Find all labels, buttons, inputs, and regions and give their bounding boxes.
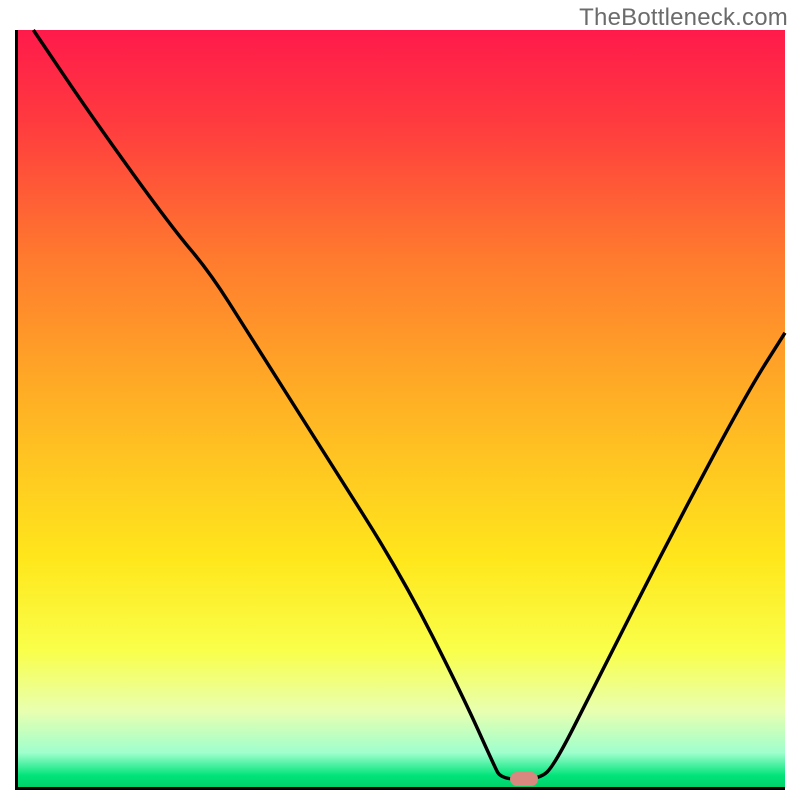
curve-svg xyxy=(18,30,785,787)
chart-container: TheBottleneck.com xyxy=(0,0,800,800)
optimal-point-marker xyxy=(510,772,538,786)
watermark-text: TheBottleneck.com xyxy=(579,4,788,32)
bottleneck-curve-path xyxy=(33,30,785,779)
plot-area xyxy=(15,30,785,790)
